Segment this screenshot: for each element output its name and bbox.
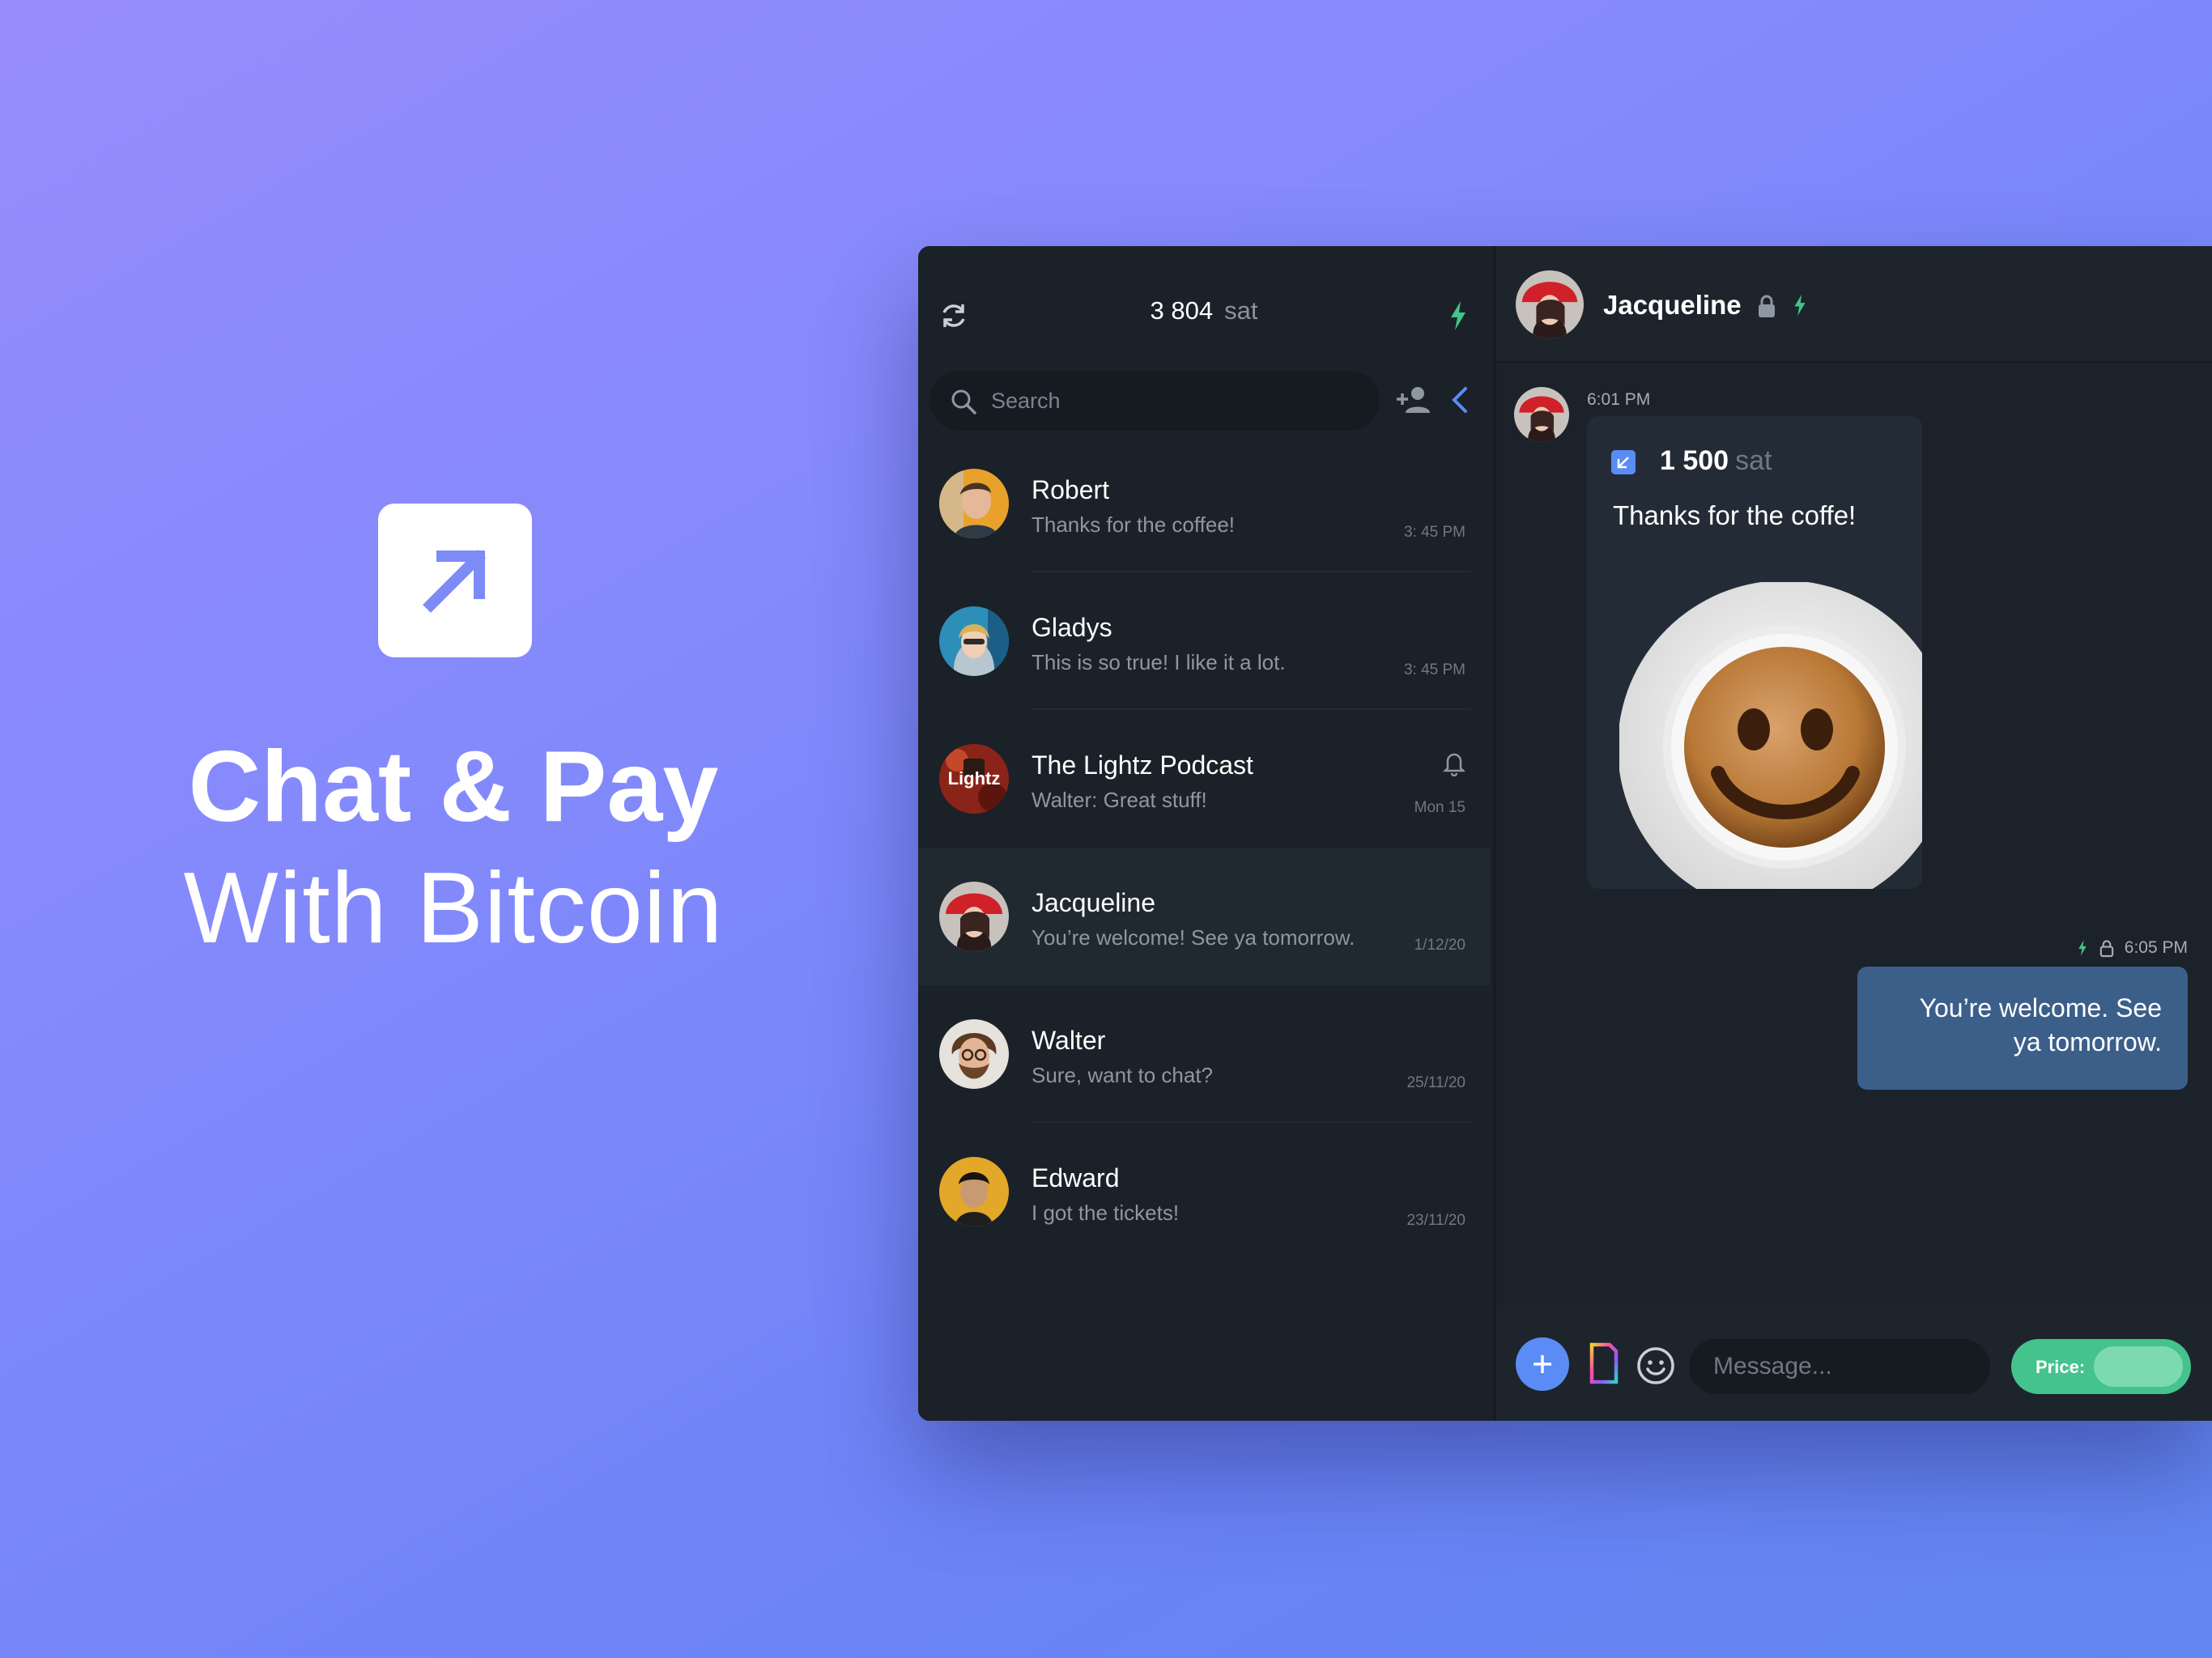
conversation-preview: I got the tickets! — [1032, 1201, 1180, 1225]
wallet-balance: 3 804 sat — [918, 296, 1490, 325]
balance-value: 3 804 — [1150, 296, 1214, 325]
lock-icon — [2099, 940, 2113, 958]
payment-unit: sat — [1735, 445, 1772, 476]
payment-value: 1 500 — [1660, 445, 1729, 476]
chat-header: Jacqueline — [1496, 246, 2212, 363]
conversation-item[interactable]: Walter Sure, want to chat? 25/11/20 — [918, 985, 1490, 1123]
outgoing-message: You’re welcome. See ya tomorrow. — [1857, 967, 2188, 1090]
payment-amount: 1 500 sat — [1660, 445, 1772, 477]
file-icon[interactable] — [1589, 1342, 1619, 1384]
coffee-image[interactable] — [1618, 580, 1922, 889]
add-attachment-button[interactable] — [1516, 1337, 1569, 1391]
outgoing-message-meta: 6:05 PM — [2076, 936, 2188, 960]
search-bar — [929, 371, 1380, 431]
add-contact-icon[interactable] — [1396, 384, 1431, 416]
conversation-preview: This is so true! I like it a lot. — [1032, 650, 1286, 674]
avatar: Lightz — [939, 744, 1009, 814]
lightning-icon[interactable] — [1446, 300, 1470, 332]
avatar — [939, 1157, 1009, 1226]
app-logo — [378, 504, 532, 657]
lock-icon — [1755, 293, 1778, 319]
conversation-list: Robert Thanks for the coffee! 3: 45 PM G… — [918, 435, 1490, 1261]
price-toggle[interactable]: Price: — [2011, 1339, 2191, 1394]
conversation-time: 23/11/20 — [1406, 1212, 1465, 1229]
arrow-up-right-icon — [423, 550, 486, 613]
conversation-preview: Walter: Great stuff! — [1032, 788, 1207, 812]
hero-title: Chat & Pay — [188, 731, 719, 843]
message-input[interactable] — [1713, 1346, 1972, 1388]
podcast-logo-text: Lightz — [947, 768, 1001, 789]
lightning-icon — [1791, 291, 1809, 319]
conversation-time: 3: 45 PM — [1403, 661, 1465, 678]
avatar — [1514, 387, 1569, 442]
message-input-wrapper — [1689, 1339, 1990, 1394]
conversation-preview: Thanks for the coffee! — [1032, 512, 1235, 537]
price-input[interactable] — [2094, 1346, 2183, 1387]
conversation-name: Gladys — [1032, 613, 1112, 642]
balance-unit: sat — [1224, 296, 1258, 325]
conversation-name: Robert — [1032, 475, 1110, 504]
conversation-item[interactable]: Gladys This is so true! I like it a lot.… — [918, 572, 1490, 710]
conversation-preview: Sure, want to chat? — [1032, 1063, 1214, 1087]
emoji-icon[interactable] — [1636, 1346, 1676, 1386]
conversation-time: 3: 45 PM — [1403, 524, 1465, 541]
message-text: Thanks for the coffe! — [1613, 500, 1857, 530]
message-time: 6:01 PM — [1587, 390, 1651, 409]
avatar[interactable] — [1516, 270, 1584, 338]
conversation-preview: You’re welcome! See ya tomorrow. — [1032, 925, 1355, 950]
conversation-time: Mon 15 — [1414, 799, 1465, 816]
conversation-name: Edward — [1032, 1163, 1120, 1192]
conversation-time: 1/12/20 — [1414, 937, 1465, 954]
plus-icon — [1534, 1355, 1551, 1373]
conversation-name: Walter — [1032, 1026, 1106, 1055]
conversation-name: The Lightz Podcast — [1032, 750, 1253, 780]
search-input[interactable] — [991, 379, 1363, 423]
conversation-time: 25/11/20 — [1406, 1074, 1465, 1091]
chevron-left-icon[interactable] — [1448, 385, 1472, 414]
avatar — [939, 606, 1009, 676]
app-window: 3 804sat Rob — [918, 246, 2212, 1421]
search-icon — [949, 387, 978, 416]
bell-icon[interactable] — [1442, 750, 1466, 777]
conversation-item[interactable]: Lightz The Lightz Podcast Walter: Great … — [918, 710, 1490, 848]
conversation-item[interactable]: Robert Thanks for the coffee! 3: 45 PM — [918, 435, 1490, 572]
avatar — [939, 882, 1009, 951]
avatar — [939, 1019, 1009, 1089]
conversation-item[interactable]: Jacqueline You’re welcome! See ya tomorr… — [918, 848, 1490, 985]
conversation-name: Jacqueline — [1032, 888, 1155, 917]
message-time: 6:05 PM — [2124, 938, 2188, 957]
avatar — [939, 469, 1009, 538]
chat-contact-name: Jacqueline — [1603, 290, 1742, 320]
incoming-payment-message: 1 500 sat Thanks for the coffe! — [1587, 416, 1922, 889]
conversation-item[interactable]: Edward I got the tickets! 23/11/20 — [918, 1123, 1490, 1261]
message-composer: Price: — [1496, 1305, 2212, 1421]
lightning-icon — [2078, 940, 2087, 956]
price-label: Price: — [2035, 1357, 2086, 1377]
chat-panel: Jacqueline 6:01 PM 1 500 sat Thanks for t… — [1493, 246, 2212, 1421]
received-payment-icon — [1611, 450, 1636, 474]
hero-subtitle: With Bitcoin — [183, 852, 724, 964]
conversation-sidebar: 3 804sat Rob — [918, 246, 1490, 1421]
